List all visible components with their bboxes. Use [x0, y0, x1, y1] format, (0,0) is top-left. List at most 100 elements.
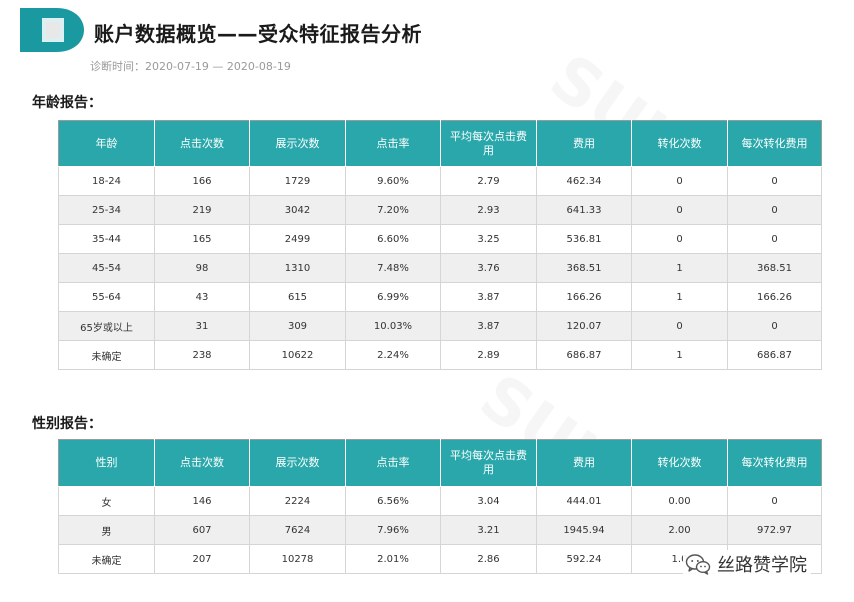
table-header-row: 年龄 点击次数 展示次数 点击率 平均每次点击费用 费用 转化次数 每次转化费用: [58, 120, 822, 167]
table-cell: 0: [631, 224, 728, 254]
table-row: 未确定 238 10622 2.24% 2.89 686.87 1 686.87: [58, 340, 822, 370]
table-cell: 35-44: [58, 224, 155, 254]
column-header: 每次转化费用: [727, 439, 822, 487]
table-cell: 120.07: [536, 311, 632, 341]
column-header: 每次转化费用: [727, 120, 822, 167]
wechat-account-name: 丝路赞学院: [717, 555, 807, 576]
table-cell: 615: [249, 282, 346, 312]
column-header: 平均每次点击费用: [440, 120, 537, 167]
table-row: 35-44 165 2499 6.60% 3.25 536.81 0 0: [58, 224, 822, 254]
column-header: 平均每次点击费用: [440, 439, 537, 487]
table-cell: 165: [154, 224, 250, 254]
table-cell: 2499: [249, 224, 346, 254]
table-cell: 10278: [249, 544, 346, 574]
table-cell: 6.60%: [345, 224, 441, 254]
column-header: 点击率: [345, 439, 441, 487]
table-row: 男 607 7624 7.96% 3.21 1945.94 2.00 972.9…: [58, 515, 822, 545]
age-report-table: 年龄 点击次数 展示次数 点击率 平均每次点击费用 费用 转化次数 每次转化费用…: [58, 120, 822, 370]
table-cell: 462.34: [536, 166, 632, 196]
table-cell: 607: [154, 515, 250, 545]
table-cell: 2.86: [440, 544, 537, 574]
table-cell: 未确定: [58, 340, 155, 370]
table-cell: 641.33: [536, 195, 632, 225]
table-cell: 55-64: [58, 282, 155, 312]
table-cell: 219: [154, 195, 250, 225]
gender-report-title: 性别报告：: [32, 416, 102, 432]
column-header: 点击率: [345, 120, 441, 167]
table-row: 女 146 2224 6.56% 3.04 444.01 0.00 0: [58, 486, 822, 516]
table-cell: 972.97: [727, 515, 822, 545]
column-header: 点击次数: [154, 439, 250, 487]
column-header: 转化次数: [631, 120, 728, 167]
table-cell: 6.99%: [345, 282, 441, 312]
column-header: 展示次数: [249, 439, 346, 487]
table-cell: 2.79: [440, 166, 537, 196]
table-cell: 0: [631, 311, 728, 341]
table-cell: 3.76: [440, 253, 537, 283]
table-cell: 0.00: [631, 486, 728, 516]
column-header: 年龄: [58, 120, 155, 167]
table-cell: 10.03%: [345, 311, 441, 341]
table-cell: 166.26: [536, 282, 632, 312]
wechat-icon: [685, 553, 711, 575]
table-cell: 146: [154, 486, 250, 516]
table-cell: 3.21: [440, 515, 537, 545]
table-cell: 0: [727, 311, 822, 341]
table-cell: 31: [154, 311, 250, 341]
table-cell: 65岁或以上: [58, 311, 155, 341]
brand-logo: [18, 6, 86, 54]
table-cell: 686.87: [536, 340, 632, 370]
table-cell: 男: [58, 515, 155, 545]
table-cell: 3.04: [440, 486, 537, 516]
column-header: 费用: [536, 120, 632, 167]
table-cell: 309: [249, 311, 346, 341]
table-cell: 3.87: [440, 311, 537, 341]
table-cell: 2.00: [631, 515, 728, 545]
table-cell: 0: [631, 166, 728, 196]
diagnosis-time: 诊断时间：2020-07-19 — 2020-08-19: [90, 60, 291, 73]
table-cell: 238: [154, 340, 250, 370]
table-cell: 1729: [249, 166, 346, 196]
table-row: 45-54 98 1310 7.48% 3.76 368.51 1 368.51: [58, 253, 822, 283]
table-cell: 25-34: [58, 195, 155, 225]
table-row: 65岁或以上 31 309 10.03% 3.87 120.07 0 0: [58, 311, 822, 341]
table-cell: 98: [154, 253, 250, 283]
table-cell: 0: [727, 486, 822, 516]
table-cell: 未确定: [58, 544, 155, 574]
column-header: 展示次数: [249, 120, 346, 167]
table-cell: 3.87: [440, 282, 537, 312]
table-cell: 3042: [249, 195, 346, 225]
table-cell: 368.51: [536, 253, 632, 283]
table-cell: 207: [154, 544, 250, 574]
table-cell: 536.81: [536, 224, 632, 254]
table-cell: 女: [58, 486, 155, 516]
table-cell: 7624: [249, 515, 346, 545]
table-cell: 18-24: [58, 166, 155, 196]
table-cell: 9.60%: [345, 166, 441, 196]
table-cell: 1945.94: [536, 515, 632, 545]
logo-mark: [20, 8, 84, 52]
table-cell: 686.87: [727, 340, 822, 370]
table-cell: 10622: [249, 340, 346, 370]
table-cell: 166.26: [727, 282, 822, 312]
table-cell: 7.20%: [345, 195, 441, 225]
table-row: 18-24 166 1729 9.60% 2.79 462.34 0 0: [58, 166, 822, 196]
table-cell: 6.56%: [345, 486, 441, 516]
table-header-row: 性别 点击次数 展示次数 点击率 平均每次点击费用 费用 转化次数 每次转化费用: [58, 439, 822, 487]
age-report-title: 年龄报告：: [32, 95, 102, 111]
table-cell: 0: [727, 195, 822, 225]
table-row: 55-64 43 615 6.99% 3.87 166.26 1 166.26: [58, 282, 822, 312]
wechat-account-tag: 丝路赞学院: [683, 550, 811, 578]
table-cell: 2.01%: [345, 544, 441, 574]
table-row: 25-34 219 3042 7.20% 2.93 641.33 0 0: [58, 195, 822, 225]
column-header: 费用: [536, 439, 632, 487]
table-cell: 0: [727, 166, 822, 196]
column-header: 转化次数: [631, 439, 728, 487]
table-cell: 7.48%: [345, 253, 441, 283]
table-cell: 7.96%: [345, 515, 441, 545]
column-header: 性别: [58, 439, 155, 487]
table-cell: 0: [631, 195, 728, 225]
column-header: 点击次数: [154, 120, 250, 167]
table-cell: 2.89: [440, 340, 537, 370]
table-cell: 1: [631, 253, 728, 283]
